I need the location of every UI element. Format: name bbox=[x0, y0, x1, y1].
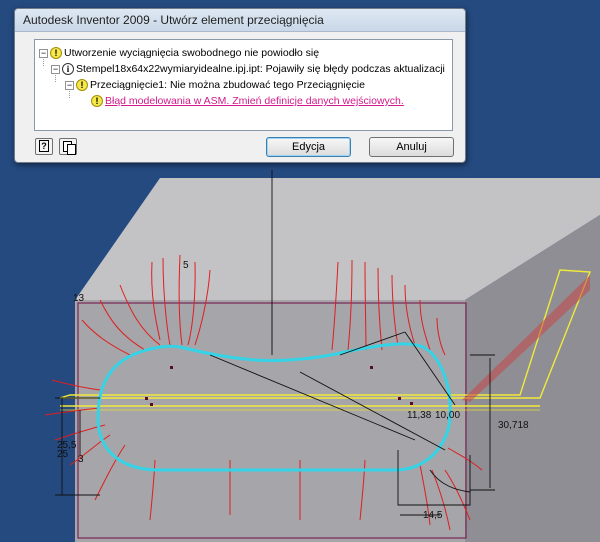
dimension-label: 10,00 bbox=[435, 410, 460, 421]
dimension-label: 30,718 bbox=[498, 420, 529, 431]
warning-icon: ! bbox=[76, 79, 88, 91]
error-dialog: Autodesk Inventor 2009 - Utwórz element … bbox=[14, 8, 466, 163]
tree-node-label: Utworzenie wyciągnięcia swobodnego nie p… bbox=[64, 47, 320, 59]
cancel-button[interactable]: Anuluj bbox=[369, 137, 454, 157]
tree-node-asm-error[interactable]: ! Błąd modelowania w ASM. Zmień definicj… bbox=[91, 93, 404, 109]
collapse-icon[interactable]: − bbox=[51, 64, 60, 74]
dimension-label: 11,38 bbox=[407, 410, 432, 421]
tree-node-sweep-failed[interactable]: − ! Utworzenie wyciągnięcia swobodnego n… bbox=[39, 45, 319, 61]
error-link[interactable]: Błąd modelowania w ASM. Zmień definicje … bbox=[105, 93, 404, 109]
dimension-label: 13 bbox=[73, 293, 85, 304]
collapse-icon[interactable]: − bbox=[39, 48, 48, 58]
dimension-label: 14,5 bbox=[423, 510, 443, 521]
dimension-label: 25 bbox=[57, 449, 69, 460]
dimension-label: 5 bbox=[183, 260, 189, 271]
dialog-title: Autodesk Inventor 2009 - Utwórz element … bbox=[15, 9, 465, 32]
collapse-icon[interactable]: − bbox=[65, 80, 74, 90]
error-tree[interactable]: − ! Utworzenie wyciągnięcia swobodnego n… bbox=[34, 39, 453, 131]
block-front-face bbox=[75, 300, 465, 542]
tree-node-label: Przeciągnięcie1: Nie można zbudować tego… bbox=[90, 79, 365, 91]
warning-icon: ! bbox=[50, 47, 62, 59]
edit-button[interactable]: Edycja bbox=[266, 137, 351, 157]
copy-button[interactable] bbox=[59, 138, 77, 155]
help-button[interactable]: ? bbox=[35, 138, 53, 155]
info-icon: i bbox=[62, 63, 74, 75]
warning-icon: ! bbox=[91, 95, 103, 107]
tree-node-sweep[interactable]: − ! Przeciągnięcie1: Nie można zbudować … bbox=[65, 77, 365, 93]
tree-node-file[interactable]: − i Stempel18x64x22wymiaryidealne.ipj.ip… bbox=[51, 61, 445, 77]
tree-node-label: Stempel18x64x22wymiaryidealne.ipj.ipt: P… bbox=[76, 63, 445, 75]
dimension-label: 3 bbox=[78, 454, 84, 465]
help-icon: ? bbox=[39, 140, 49, 152]
